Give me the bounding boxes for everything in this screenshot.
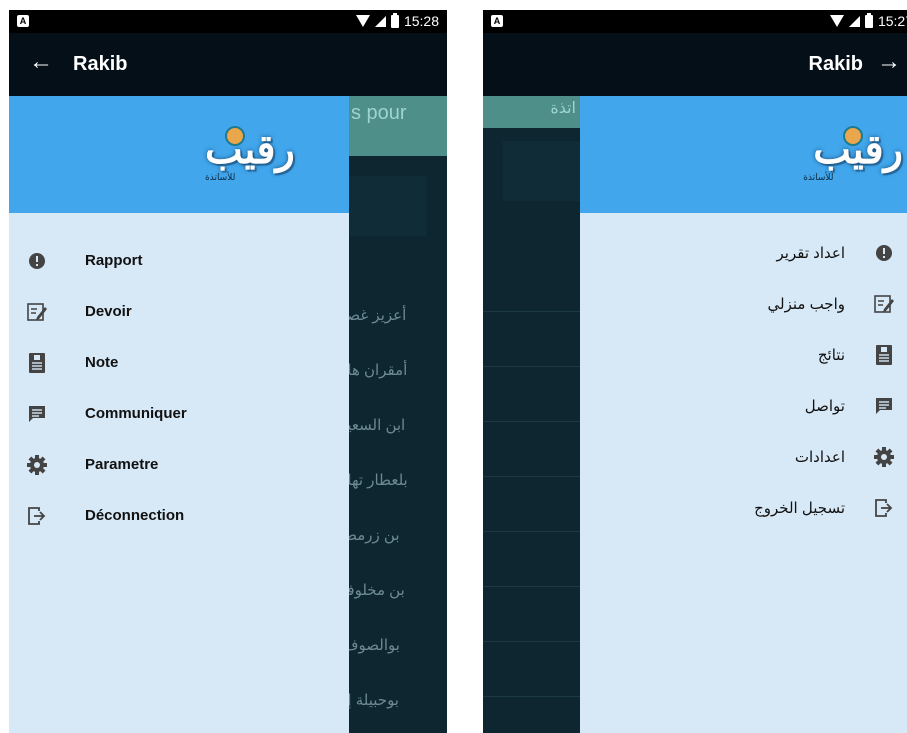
arrow-right-icon[interactable]: → (877, 48, 901, 76)
menu-item-deconnection[interactable]: Déconnection (9, 490, 349, 541)
alert-icon (873, 242, 895, 264)
background-name: بن زرمط (343, 527, 400, 544)
edit-note-icon (873, 293, 895, 315)
app-title: Rakib (808, 53, 863, 75)
message-icon (26, 403, 48, 425)
navigation-drawer: رقيب للأساتذة اعداد تقرير واجب منزلي نتا… (580, 96, 907, 733)
background-name: بن مخلوفـ (343, 582, 405, 599)
logo-figure-icon (225, 126, 245, 146)
notification-icon: A (491, 15, 503, 27)
navigation-drawer: رقيب للأساتذة Rapport Devoir Note Commun… (9, 96, 349, 733)
menu-item-settings[interactable]: اعدادات (580, 431, 907, 482)
grade-sheet-icon (26, 352, 48, 374)
grade-sheet-icon (873, 344, 895, 366)
arrow-left-icon[interactable]: ← (29, 48, 53, 76)
menu-item-devoir[interactable]: Devoir (9, 286, 349, 337)
wifi-icon (355, 15, 370, 27)
status-bar: A 15:27 (483, 10, 907, 33)
background-name: أمقران هاـ (343, 362, 408, 379)
menu-item-rapport[interactable]: Rapport (9, 235, 349, 286)
logout-icon (26, 505, 48, 527)
notification-icon: A (17, 15, 29, 27)
edit-note-icon (26, 301, 48, 323)
gear-icon (873, 446, 895, 468)
background-name: بلعطار تهاـ (343, 472, 408, 489)
signal-icon (374, 15, 386, 27)
app-title: Rakib (73, 53, 128, 75)
status-time: 15:27 (877, 13, 907, 29)
menu-item-communiquer[interactable]: Communiquer (9, 388, 349, 439)
status-time: 15:28 (403, 13, 439, 29)
background-name: بوحبيلة إـ (343, 692, 399, 709)
menu-item-communicate[interactable]: تواصل (580, 380, 907, 431)
background-card (503, 141, 580, 201)
menu-item-report[interactable]: اعداد تقرير (580, 227, 907, 278)
menu-item-logout[interactable]: تسجيل الخروج (580, 482, 907, 533)
battery-icon (864, 12, 873, 28)
gear-icon (26, 454, 48, 476)
wifi-icon (829, 15, 844, 27)
drawer-header: رقيب للأساتذة (9, 96, 349, 213)
app-bar: Rakib → (483, 33, 907, 96)
menu-item-results[interactable]: نتائج (580, 329, 907, 380)
menu-item-note[interactable]: Note (9, 337, 349, 388)
background-name: بوالصوف (343, 637, 400, 654)
background-card (349, 176, 427, 236)
background-header: اتذة (483, 96, 580, 128)
alert-icon (26, 250, 48, 272)
app-logo: رقيب للأساتذة (803, 126, 903, 182)
right-phone-screen: A 15:27 Rakib → اتذة رقيب للأساتذة (483, 10, 907, 733)
menu-item-homework[interactable]: واجب منزلي (580, 278, 907, 329)
status-bar: A 15:28 (9, 10, 447, 33)
battery-icon (390, 12, 399, 28)
app-bar: ← Rakib (9, 33, 447, 96)
message-icon (873, 395, 895, 417)
left-phone-screen: A 15:28 ← Rakib s pour أعزيز غصـ أمقران … (9, 10, 447, 733)
signal-icon (848, 15, 860, 27)
background-name: أعزيز غصـ (343, 307, 407, 324)
drawer-header: رقيب للأساتذة (580, 96, 907, 213)
background-name: ابن السعيـ (343, 417, 406, 434)
menu-item-parametre[interactable]: Parametre (9, 439, 349, 490)
logout-icon (873, 497, 895, 519)
app-logo: رقيب للأساتذة (205, 126, 295, 182)
